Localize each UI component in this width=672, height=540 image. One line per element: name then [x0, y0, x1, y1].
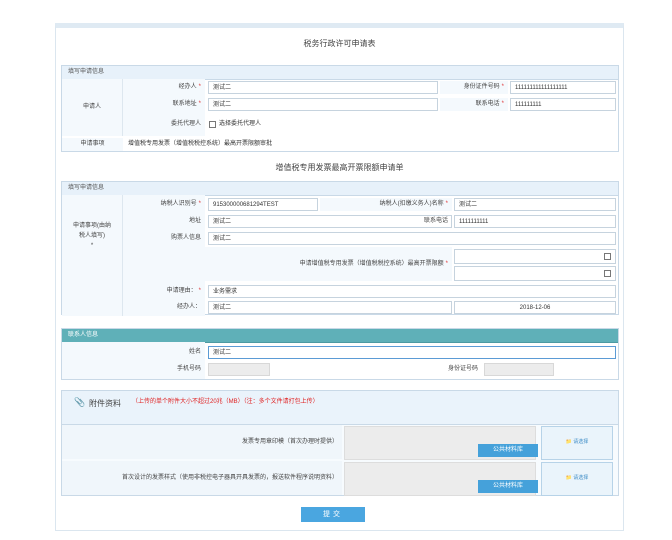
attachments-note: （上传的单个附件大小不超过20兆（MB）（注：多个文件请打包上传）: [132, 399, 319, 405]
mobile-field[interactable]: [208, 363, 270, 376]
taxid-field[interactable]: 915300000681294TEST: [208, 198, 318, 211]
row1-library-button[interactable]: 公共材料库: [478, 444, 538, 457]
phone2-field[interactable]: 1111111111: [454, 215, 616, 228]
contact-idno-label: 身份证号码: [447, 366, 478, 372]
applicant-section-header: 填写申请信息: [62, 66, 618, 80]
matter-label: 申请事项: [62, 138, 123, 151]
taxname-label: 纳税人(扣缴义务人)名称 *: [320, 198, 452, 211]
mobile-label: 手机号码: [62, 363, 205, 376]
applicant-side-label: 申请人: [62, 79, 123, 136]
proxy-label: 委托代理人: [123, 118, 205, 131]
address-field[interactable]: 测试二: [208, 98, 438, 111]
buyer-label: 购票人信息: [123, 232, 205, 245]
limit-application-section: 填写申请信息 申请事项(由纳税人填写) * 纳税人识别号 * 9153000006…: [61, 181, 619, 316]
contact-idno-field[interactable]: [484, 363, 554, 376]
folder-icon: 📁: [565, 475, 572, 481]
row2-library-button[interactable]: 公共材料库: [478, 480, 538, 493]
application-form: 税务行政许可申请表 填写申请信息 申请人 经办人 * 测试二 身份证件号码 * 11…: [55, 23, 624, 531]
proxy-checkbox[interactable]: [209, 121, 216, 128]
limit-side-text: 申请事项(由纳税人填写): [73, 223, 111, 239]
idno-field[interactable]: 111111111111111111: [510, 81, 616, 94]
limit-checkbox-2[interactable]: [604, 270, 611, 277]
buyer-field[interactable]: 测试二: [208, 232, 616, 245]
contact-section: 联系人信息 姓名 测试二 手机号码 身份证号码: [61, 328, 619, 380]
date-field[interactable]: 2018-12-06: [454, 301, 616, 314]
address-label: 联系地址 *: [123, 98, 205, 111]
handler-label: 经办人：: [123, 301, 205, 314]
limit-section-header: 填写申请信息: [62, 182, 618, 196]
contact-name-label: 姓名: [62, 346, 205, 359]
addr2-label: 地址: [123, 215, 205, 228]
contact-section-header: 联系人信息: [62, 329, 618, 343]
agent-field[interactable]: 测试二: [208, 81, 438, 94]
row2-upload-button[interactable]: 📁 请选择: [541, 462, 613, 496]
proxy-check-text: 选择委托代理人: [219, 121, 262, 127]
limit-side-label: 申请事项(由纳税人填写) *: [62, 195, 123, 316]
handler-field[interactable]: 测试二: [208, 301, 452, 314]
phone-label: 联系电话 *: [440, 98, 508, 111]
attachments-section: 📎 附件资料 （上传的单个附件大小不超过20兆（MB）（注：多个文件请打包上传）…: [61, 390, 619, 496]
phone-field[interactable]: 111111111: [510, 98, 616, 111]
limit-checkbox-1[interactable]: [604, 253, 611, 260]
idno-label: 身份证件号码 *: [440, 81, 508, 94]
taxname-field[interactable]: 测试二: [454, 198, 616, 211]
attachments-header: 📎 附件资料 （上传的单个附件大小不超过20兆（MB）（注：多个文件请打包上传）: [62, 391, 618, 425]
limit-option-1[interactable]: [454, 249, 616, 264]
section-subtitle: 增值税专用发票最高开票限额申请单: [275, 163, 404, 172]
phone2-label: 联系电话: [423, 218, 448, 224]
attachment-row1-label: 发票专用章印模（首次办理时提供）: [62, 425, 342, 459]
applicant-section: 填写申请信息 申请人 经办人 * 测试二 身份证件号码 * 111111111111…: [61, 65, 619, 152]
limit-label: 申请增值税专用发票（增值税税控系统）最高开票限额 *: [123, 247, 452, 281]
applicant-side-text: 申请人: [82, 104, 101, 110]
page-title: 税务行政许可申请表: [303, 39, 376, 48]
agent-label: 经办人 *: [123, 81, 205, 94]
folder-icon: 📁: [565, 439, 572, 445]
reason-label: 申请理由： *: [123, 285, 205, 298]
attachment-row2-label: 首次设计的发票样式（使用非税控电子器具开具发票的，报送软件程序说明资料）: [62, 461, 342, 495]
reason-field[interactable]: 业务需求: [208, 285, 616, 298]
contact-name-field[interactable]: 测试二: [208, 346, 616, 359]
limit-option-2[interactable]: [454, 266, 616, 281]
matter-value: 增值税专用发票（增值税税控系统）最高开票限额审批: [128, 141, 273, 147]
taxid-label: 纳税人识别号 *: [123, 198, 205, 211]
submit-button[interactable]: 提交: [301, 507, 365, 522]
row1-upload-button[interactable]: 📁 请选择: [541, 426, 613, 460]
